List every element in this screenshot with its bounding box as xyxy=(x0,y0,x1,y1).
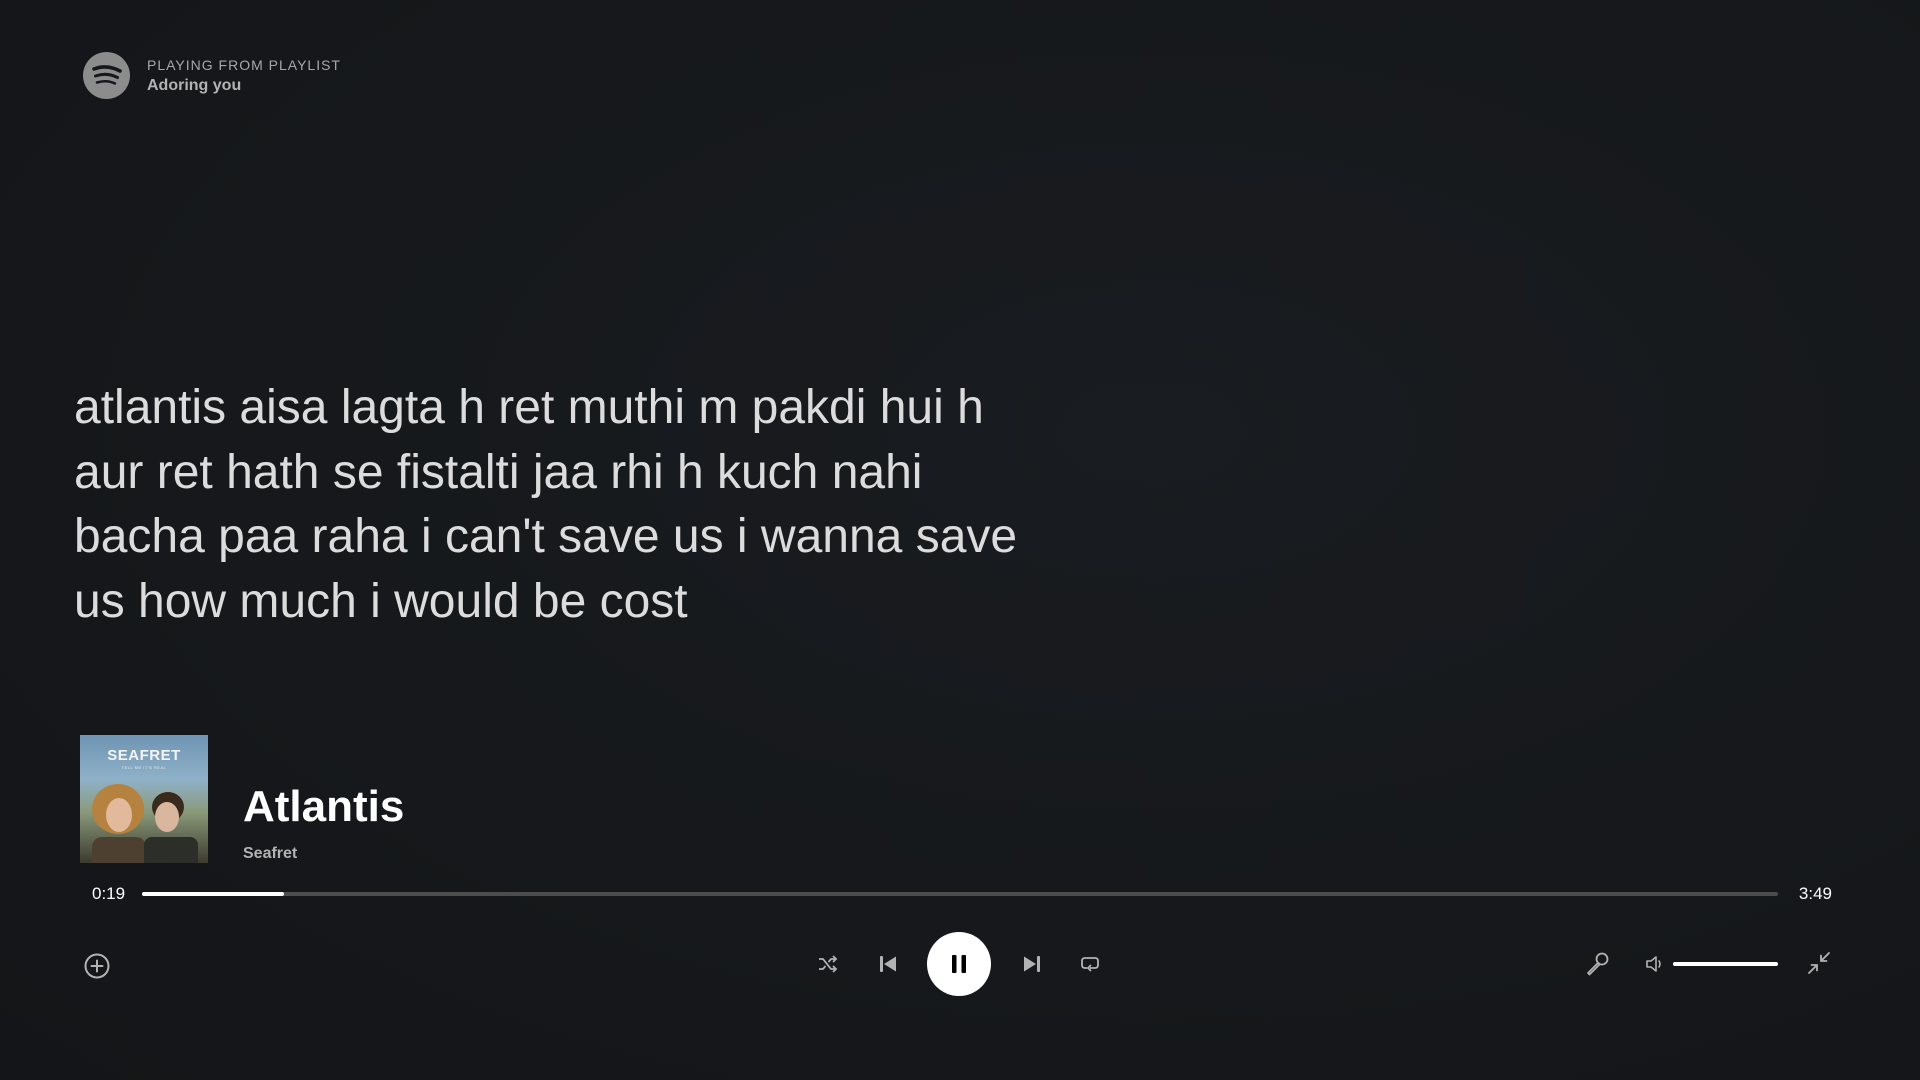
skip-previous-icon xyxy=(880,956,896,972)
track-artist[interactable]: Seafret xyxy=(243,845,404,863)
playing-from-header: PLAYING FROM PLAYLIST Adoring you xyxy=(83,52,341,99)
playback-progress: 0:19 3:49 xyxy=(92,882,1832,906)
exit-fullscreen-icon xyxy=(1808,952,1830,974)
lyric-line[interactable]: bacha paa raha i can't save us i wanna s… xyxy=(74,505,1074,570)
track-title[interactable]: Atlantis xyxy=(243,781,404,833)
skip-next-icon xyxy=(1024,956,1040,972)
album-cover[interactable]: SEAFRET TELL ME IT'S REAL xyxy=(80,735,208,863)
playback-controls xyxy=(0,932,1920,996)
playlist-name-link[interactable]: Adoring you xyxy=(147,77,341,95)
pause-button[interactable] xyxy=(927,932,991,996)
cover-album-name: TELL ME IT'S REAL xyxy=(121,765,167,770)
track-info: Atlantis Seafret xyxy=(243,781,404,863)
lyric-line[interactable]: us how much i would be cost xyxy=(74,570,1074,635)
repeat-icon xyxy=(1081,957,1099,972)
volume-icon xyxy=(1646,956,1661,972)
next-track-button[interactable] xyxy=(1018,950,1046,978)
progress-bar-fill xyxy=(142,892,285,896)
cover-person-image xyxy=(144,792,198,863)
repeat-button[interactable] xyxy=(1076,950,1104,978)
elapsed-time: 0:19 xyxy=(92,884,126,903)
pause-icon xyxy=(952,955,966,973)
shuffle-icon xyxy=(819,955,838,973)
lyric-line[interactable]: atlantis aisa lagta h ret muthi m pakdi … xyxy=(74,376,1074,441)
exit-fullscreen-button[interactable] xyxy=(1804,948,1834,978)
fullscreen-player: PLAYING FROM PLAYLIST Adoring you atlant… xyxy=(0,0,1920,1080)
mute-button[interactable] xyxy=(1641,950,1669,978)
shuffle-button[interactable] xyxy=(814,950,842,978)
spotify-logo-icon xyxy=(83,52,130,99)
progress-bar[interactable] xyxy=(142,892,1778,896)
previous-track-button[interactable] xyxy=(874,950,902,978)
now-playing-info: SEAFRET TELL ME IT'S REAL Atlantis Seafr… xyxy=(80,735,404,863)
cover-person-image xyxy=(92,784,146,863)
total-duration: 3:49 xyxy=(1798,884,1832,903)
microphone-icon xyxy=(1587,952,1609,976)
lyrics-button[interactable] xyxy=(1582,949,1612,979)
volume-slider-fill xyxy=(1673,962,1778,966)
add-circle-icon xyxy=(84,953,110,979)
cover-band-name: SEAFRET xyxy=(107,747,181,764)
add-to-playlist-button[interactable] xyxy=(81,950,113,982)
lyric-line[interactable]: aur ret hath se fistalti jaa rhi h kuch … xyxy=(74,441,1074,506)
volume-slider[interactable] xyxy=(1673,962,1778,966)
playing-from-label: PLAYING FROM PLAYLIST xyxy=(147,56,341,73)
lyrics-panel: atlantis aisa lagta h ret muthi m pakdi … xyxy=(74,376,1074,634)
